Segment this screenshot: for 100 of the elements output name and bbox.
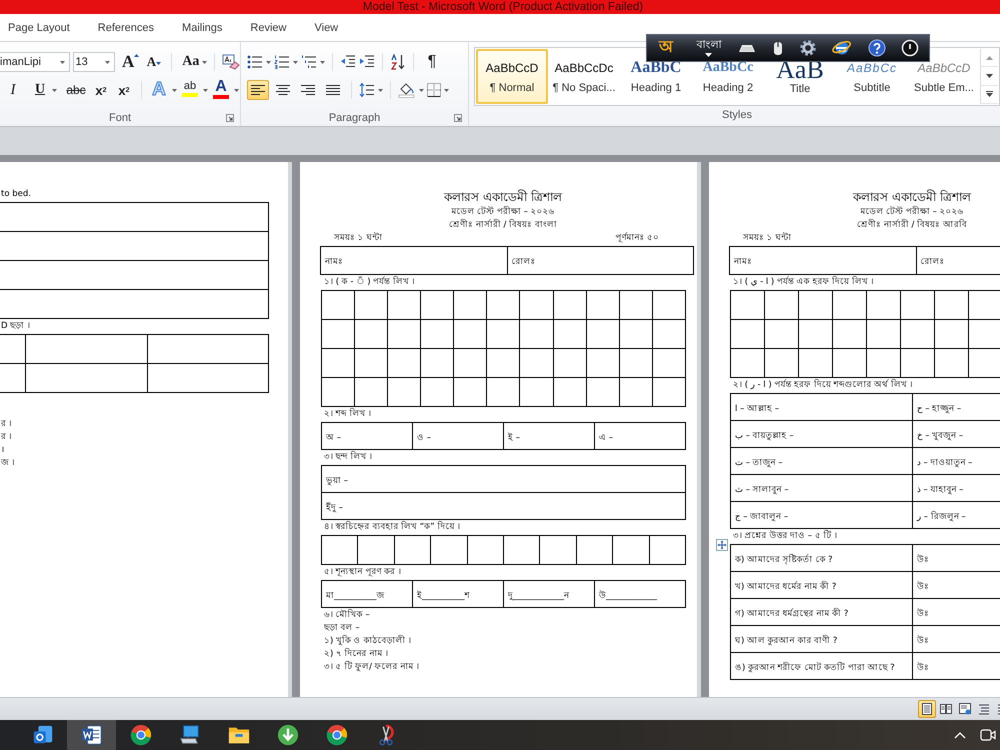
style-option[interactable]: AaBbCcD ¶ Normal — [476, 49, 548, 104]
highlight-button[interactable]: ab — [180, 79, 200, 101]
answer-box — [652, 348, 686, 378]
shading-icon[interactable] — [398, 82, 416, 98]
borders-icon[interactable] — [427, 83, 441, 97]
dropdown-arrow-icon — [705, 53, 712, 57]
table-cell: উ____________ — [594, 580, 686, 608]
dropdown-arrow-icon[interactable] — [378, 88, 383, 92]
table-cell: নামঃ — [730, 246, 916, 274]
help-icon[interactable] — [868, 39, 886, 57]
window-title: Model Test - Microsoft Word (Product Activation Failed) — [362, 0, 644, 14]
answer-box — [454, 320, 487, 348]
sort-icon[interactable] — [390, 54, 406, 70]
bullets-icon[interactable] — [247, 55, 263, 69]
answer-box — [322, 348, 355, 378]
answer-box — [934, 320, 968, 348]
dropdown-arrow-icon[interactable] — [419, 88, 424, 92]
dropdown-arrow-icon[interactable] — [320, 60, 325, 64]
dropdown-arrow-icon[interactable] — [266, 60, 271, 64]
grow-font-button[interactable]: A — [120, 52, 142, 72]
answer-box — [420, 320, 454, 348]
answer-box — [764, 348, 798, 378]
answer-box — [388, 320, 421, 348]
multilevel-list-icon[interactable] — [301, 55, 317, 69]
dropdown-arrow-icon[interactable] — [60, 60, 66, 64]
group-label: Font — [108, 112, 131, 124]
table-cell: দু____________ন — [504, 580, 594, 608]
dropdown-arrow-icon[interactable] — [234, 88, 239, 92]
dialog-launcher-icon[interactable] — [226, 114, 234, 122]
table-cell: ঙ) কুরআন শরীফে মোট কতটি পারা আছে ? — [730, 652, 912, 680]
change-case-button[interactable]: Aa — [182, 52, 199, 72]
answer-box — [649, 536, 686, 564]
ribbon-tab[interactable]: References — [84, 20, 168, 36]
power-icon[interactable] — [900, 39, 919, 57]
dropdown-arrow-icon[interactable] — [172, 88, 177, 92]
download-icon — [276, 724, 298, 746]
answer-box — [866, 290, 900, 320]
document-text: ৬। মৌখিক – — [323, 609, 371, 622]
answer-box — [832, 320, 866, 348]
document-subtitle: শ্রেণীঃ নার্সারী / বিষয়ঃ আরবি — [856, 219, 968, 232]
computer-icon — [178, 724, 200, 746]
dropdown-arrow-icon[interactable] — [52, 88, 57, 92]
browser-icon[interactable] — [832, 39, 852, 57]
document-text: ছড়া বল – — [322, 622, 361, 635]
dropdown-arrow-icon[interactable] — [105, 60, 110, 64]
settings-icon[interactable] — [799, 39, 818, 57]
style-option[interactable]: AaBbCcDc ¶ No Spaci... — [548, 49, 620, 104]
font-color-button[interactable]: A — [211, 79, 231, 101]
dialog-launcher-icon[interactable] — [454, 114, 462, 122]
document-subtitle: মডেল টেস্ট পরীক্ষা – ২০২৬ — [450, 206, 556, 219]
font-name-field[interactable]: imanLipi — [0, 52, 70, 72]
align-button[interactable] — [247, 80, 269, 100]
answer-box — [486, 348, 520, 378]
answer-box — [503, 536, 540, 564]
answer-box — [420, 290, 454, 320]
strikethrough-button[interactable]: abc — [64, 80, 88, 100]
answer-box — [454, 378, 487, 406]
document-text: ৩। প্রশ্নের উত্তর দাও – ৫ টি । — [732, 530, 838, 543]
numbering-icon[interactable] — [274, 55, 290, 69]
style-option[interactable]: AaBbCcD Subtle Em... — [908, 49, 980, 104]
show-marks-button[interactable]: ¶ — [423, 52, 441, 72]
answer-box — [968, 290, 1000, 320]
table-cell: ও – — [412, 422, 504, 450]
style-option[interactable]: AaBbCc Subtitle — [836, 49, 908, 104]
ribbon-tab[interactable]: View — [300, 20, 352, 36]
document-text: ৩। ৫ টি ফুল/ ফলের নাম । — [323, 661, 420, 674]
superscript-button[interactable]: x$^{2}$ — [114, 80, 134, 100]
underline-button[interactable]: U — [31, 80, 49, 100]
increase-indent-icon[interactable] — [359, 55, 375, 69]
ribbon-tab[interactable]: Page Layout — [0, 20, 84, 36]
table-move-handle-icon[interactable] — [716, 539, 728, 551]
table-cell: উঃ — [912, 544, 1000, 572]
answer-box — [354, 290, 388, 320]
table-cell: রোলঃ — [507, 246, 694, 274]
view-button[interactable] — [918, 700, 936, 718]
keyboard-icon[interactable] — [736, 43, 757, 53]
document-text: র । — [1, 418, 13, 431]
font-size-field[interactable]: 13 — [73, 52, 116, 72]
chevron-up-icon[interactable] — [954, 731, 966, 739]
dropdown-arrow-icon[interactable] — [444, 88, 449, 92]
ribbon-tab[interactable]: Mailings — [168, 20, 236, 36]
table-cell: ا – আল্লাহ – — [730, 394, 912, 420]
clear-formatting-icon[interactable] — [222, 54, 240, 70]
decrease-indent-icon[interactable] — [340, 55, 356, 69]
taskbar-button[interactable] — [67, 720, 116, 750]
answer-box — [900, 320, 934, 348]
answer-box — [553, 290, 586, 320]
answer-box — [866, 348, 900, 378]
italic-button[interactable]: I — [2, 80, 24, 100]
video-camera-icon[interactable] — [980, 728, 996, 742]
align-center-icon — [276, 84, 290, 96]
mouse-icon[interactable] — [772, 39, 784, 57]
answer-box — [934, 348, 968, 378]
dropdown-arrow-icon[interactable] — [203, 88, 208, 92]
dropdown-arrow-icon[interactable] — [202, 60, 207, 64]
line-spacing-icon[interactable] — [359, 83, 375, 97]
dropdown-arrow-icon[interactable] — [293, 60, 298, 64]
ribbon-tab[interactable]: Review — [236, 20, 300, 36]
shrink-font-button[interactable]: A — [144, 52, 164, 72]
app-logo[interactable]: অ — [659, 38, 673, 58]
